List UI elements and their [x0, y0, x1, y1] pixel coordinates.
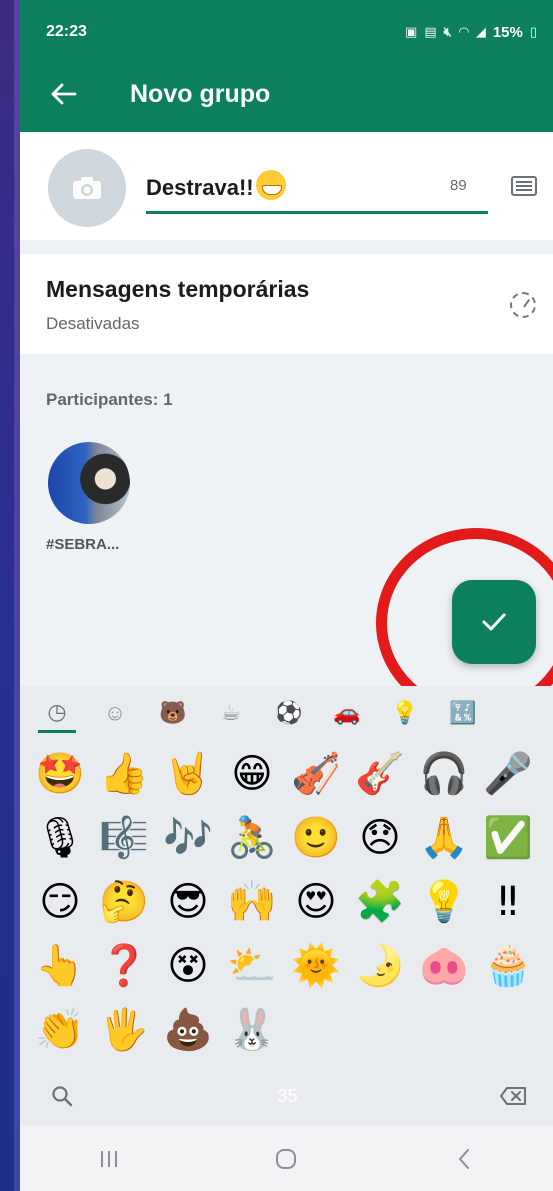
back-button[interactable] [34, 69, 94, 119]
emoji-key[interactable]: 😞 [348, 806, 412, 870]
temporary-messages-row[interactable]: Mensagens temporárias Desativadas [20, 254, 553, 354]
group-name-text: Destrava!! [146, 170, 286, 201]
activity-icon[interactable]: ⚽ [270, 693, 308, 733]
arrow-left-icon [51, 83, 77, 105]
animal-icon[interactable]: 🐻 [154, 693, 192, 733]
emoji-key[interactable]: 😵 [156, 934, 220, 998]
emoji-key[interactable]: 👆 [28, 934, 92, 998]
nav-back-icon [459, 1148, 470, 1169]
emoji-key[interactable]: 💡 [412, 870, 476, 934]
backspace-button[interactable] [495, 1078, 531, 1114]
grinning-emoji [255, 170, 286, 200]
emoji-key[interactable]: 🎸 [348, 742, 412, 806]
emoji-key[interactable]: 🤩 [28, 742, 92, 806]
participant-name: #SEBRA... [46, 536, 120, 553]
battery-icon: ▯ [529, 24, 537, 39]
char-counter: 89 [450, 177, 467, 194]
travel-icon[interactable]: 🚗 [328, 693, 366, 733]
mute-icon: 🔇︎ [443, 24, 452, 39]
emoji-key[interactable]: 😎 [156, 870, 220, 934]
participants-label: Participantes: 1 [46, 390, 173, 409]
home-button[interactable] [256, 1134, 316, 1184]
emoji-key[interactable]: ‼ [476, 870, 540, 934]
emoji-key[interactable]: 🖐 [92, 998, 156, 1062]
emoji-key[interactable]: 😁 [220, 742, 284, 806]
emoji-key[interactable]: 😍 [284, 870, 348, 934]
timer-icon [510, 292, 536, 318]
status-time: 22:23 [46, 23, 87, 40]
emoji-key[interactable]: 💩 [156, 998, 220, 1062]
page-title: Novo grupo [130, 79, 271, 108]
emoji-search-button[interactable] [44, 1078, 80, 1114]
emoji-key[interactable]: 🎤 [476, 742, 540, 806]
emoji-key[interactable]: 🙂 [284, 806, 348, 870]
backspace-icon [500, 1087, 526, 1105]
group-name-section: Destrava!! 89 [20, 132, 553, 240]
frame-border-left [0, 0, 14, 1191]
recent-icon[interactable]: ◷ [38, 693, 76, 733]
emoji-key[interactable]: 🤔 [92, 870, 156, 934]
emoji-key[interactable]: 👍 [92, 742, 156, 806]
emoji-key[interactable]: 👏 [28, 998, 92, 1062]
search-icon [52, 1086, 73, 1107]
emoji-keyboard: ◷ ☺ 🐻 ☕ ⚽ 🚗 💡 🔣 🤩 👍 🤘 😁 🎻 🎸 🎧 🎤 🎙 🎼 🎶 🚴 🙂 😞 🙏 ✅ 😏 🤔 😎 🙌 😍 🧩 💡 ‼ 👆 ❓ 😵 ⛅ 🌞 🌛 🐽… [20, 686, 553, 1126]
emoji-key[interactable]: 🎶 [156, 806, 220, 870]
phone-screen: 22:23 ▣ ▤ 🔇︎ ◠ ◢ 15% ▯ Novo grupo Destra… [20, 0, 553, 1191]
emoji-key[interactable]: 🎧 [412, 742, 476, 806]
emoji-keyboard-footer: 35 [20, 1066, 553, 1126]
emoji-key[interactable]: 🎙 [28, 806, 92, 870]
group-name-input[interactable]: Destrava!! [146, 162, 488, 214]
emoji-key[interactable]: 🧩 [348, 870, 412, 934]
keyboard-icon[interactable] [511, 176, 537, 196]
temporary-messages-status: Desativadas [46, 314, 140, 333]
emoji-key[interactable]: 🙌 [220, 870, 284, 934]
emoji-key[interactable]: 🐰 [220, 998, 284, 1062]
emoji-category-tabs: ◷ ☺ 🐻 ☕ ⚽ 🚗 💡 🔣 [20, 686, 553, 740]
emoji-key[interactable]: 🎻 [284, 742, 348, 806]
group-name-value: Destrava!! [146, 175, 254, 200]
group-photo-button[interactable] [48, 149, 126, 227]
emoji-key[interactable]: 🚴 [220, 806, 284, 870]
gallery-icon: ▤ [424, 24, 437, 39]
emoji-key[interactable]: 😏 [28, 870, 92, 934]
symbols-icon[interactable]: 🔣 [444, 693, 482, 733]
emoji-key[interactable]: 🌛 [348, 934, 412, 998]
participant-avatar[interactable] [48, 442, 130, 524]
camera-icon [73, 177, 101, 199]
recents-button[interactable] [79, 1134, 139, 1184]
toolbar: Novo grupo [20, 64, 553, 124]
emoji-key[interactable]: 🧁 [476, 934, 540, 998]
status-icons: ▣ ▤ 🔇︎ ◠ ◢ 15% ▯ [405, 24, 537, 41]
home-icon [276, 1148, 297, 1169]
page-indicator: 35 [277, 1085, 298, 1106]
emoji-grid: 🤩 👍 🤘 😁 🎻 🎸 🎧 🎤 🎙 🎼 🎶 🚴 🙂 😞 🙏 ✅ 😏 🤔 😎 🙌 😍 🧩 💡 ‼ 👆 ❓ 😵 ⛅ 🌞 🌛 🐽 🧁 👏 🖐 💩 🐰 [28, 742, 553, 1062]
temporary-messages-title: Mensagens temporárias [46, 276, 310, 302]
app-header: 22:23 ▣ ▤ 🔇︎ ◠ ◢ 15% ▯ Novo grupo [20, 0, 553, 132]
nav-back-button[interactable] [434, 1134, 494, 1184]
status-bar: 22:23 ▣ ▤ 🔇︎ ◠ ◢ 15% ▯ [20, 0, 553, 64]
objects-icon[interactable]: 💡 [386, 693, 424, 733]
smiley-icon[interactable]: ☺ [96, 693, 134, 733]
emoji-key[interactable]: ⛅ [220, 934, 284, 998]
media-icon: ▣ [405, 24, 418, 39]
emoji-key[interactable]: 🌞 [284, 934, 348, 998]
emoji-key[interactable]: ✅ [476, 806, 540, 870]
recents-icon [100, 1150, 117, 1167]
emoji-key[interactable]: ❓ [92, 934, 156, 998]
battery-percent: 15% [492, 23, 523, 41]
emoji-key[interactable]: 🤘 [156, 742, 220, 806]
emoji-key[interactable]: 🎼 [92, 806, 156, 870]
wifi-icon: ◠ [458, 24, 469, 39]
food-icon[interactable]: ☕ [212, 693, 250, 733]
navigation-bar [20, 1126, 553, 1191]
emoji-key[interactable]: 🙏 [412, 806, 476, 870]
emoji-key[interactable]: 🐽 [412, 934, 476, 998]
signal-icon: ◢ [475, 24, 486, 39]
